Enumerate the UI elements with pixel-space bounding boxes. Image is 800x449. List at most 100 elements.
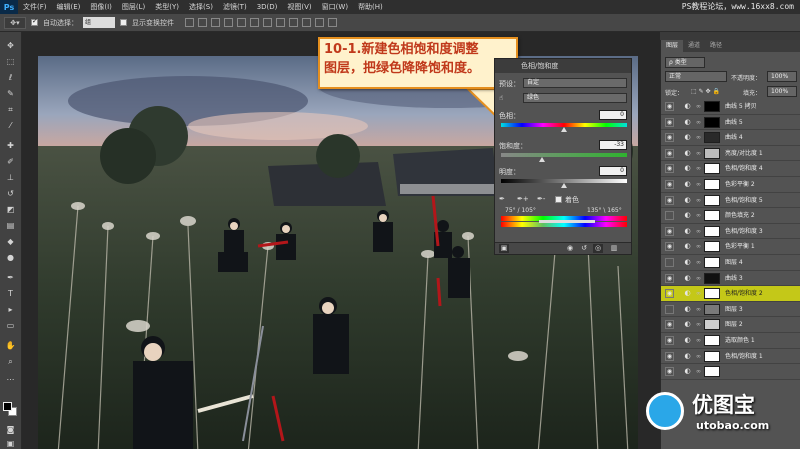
pointer-hand-icon[interactable]: ☝	[499, 94, 503, 102]
layer-mask-thumbnail[interactable]	[704, 334, 720, 346]
saturation-input[interactable]: -33	[599, 140, 627, 150]
fill-input[interactable]: 100%	[767, 86, 797, 97]
screen-mode-icon[interactable]: ▣	[4, 438, 17, 449]
layer-kind-filter[interactable]: ρ 类型	[665, 57, 705, 68]
layer-row[interactable]: ◐ ∞ 图层 3	[661, 301, 800, 318]
align-right-icon[interactable]	[250, 18, 259, 27]
mask-link-icon[interactable]: ∞	[696, 320, 701, 329]
visibility-eye-icon[interactable]	[665, 211, 674, 221]
delete-adjustment-icon[interactable]: ▥	[609, 244, 619, 253]
layer-row[interactable]: ◉ ◐ ∞ 色彩平衡 2	[661, 176, 800, 193]
visibility-eye-icon[interactable]: ◉	[665, 148, 674, 158]
clip-to-layer-icon[interactable]: ▣	[499, 244, 509, 253]
blend-mode-dropdown[interactable]: 正常	[665, 71, 727, 82]
eyedropper-icon[interactable]: ✒	[499, 195, 505, 203]
visibility-eye-icon[interactable]: ◉	[665, 242, 674, 252]
type-tool-icon[interactable]: T	[4, 288, 17, 299]
mask-link-icon[interactable]: ∞	[696, 367, 701, 376]
layer-row[interactable]: ◉ ◐ ∞ 曲线 4	[661, 130, 800, 146]
saturation-slider[interactable]	[501, 153, 627, 157]
dodge-tool-icon[interactable]: ●	[4, 252, 17, 263]
visibility-eye-icon[interactable]: ◉	[665, 289, 674, 299]
layer-row[interactable]: ◉ ◐ ∞	[661, 364, 800, 380]
toggle-visibility-icon[interactable]: ◎	[593, 244, 603, 253]
pen-tool-icon[interactable]: ✒	[4, 272, 17, 283]
lasso-tool-icon[interactable]: ℓ	[4, 72, 17, 83]
mask-link-icon[interactable]: ∞	[696, 211, 701, 220]
brush-tool-icon[interactable]: ✐	[4, 156, 17, 167]
visibility-eye-icon[interactable]: ◉	[665, 133, 674, 143]
menu-item[interactable]: 文件(F)	[18, 0, 52, 14]
crop-tool-icon[interactable]: ⌗	[4, 104, 17, 115]
colorize-checkbox[interactable]	[555, 196, 562, 203]
visibility-eye-icon[interactable]	[665, 257, 674, 267]
layer-mask-thumbnail[interactable]	[704, 256, 720, 268]
foreground-color-swatch[interactable]	[3, 402, 12, 411]
layer-mask-thumbnail[interactable]	[704, 194, 720, 206]
align-left-icon[interactable]	[224, 18, 233, 27]
gradient-tool-icon[interactable]: ▤	[4, 220, 17, 231]
history-brush-tool-icon[interactable]: ↺	[4, 188, 17, 199]
mask-link-icon[interactable]: ∞	[696, 180, 701, 189]
layer-mask-thumbnail[interactable]	[704, 366, 720, 378]
layer-mask-thumbnail[interactable]	[704, 116, 720, 128]
distribute-middle-icon[interactable]	[276, 18, 285, 27]
distribute-left-icon[interactable]	[302, 18, 311, 27]
menu-item[interactable]: 编辑(E)	[52, 0, 86, 14]
extra-tools-icon[interactable]: …	[4, 372, 17, 383]
move-tool-icon[interactable]: ✥	[4, 40, 17, 51]
mask-link-icon[interactable]: ∞	[696, 336, 701, 345]
previous-state-icon[interactable]: ◉	[565, 244, 575, 253]
blur-tool-icon[interactable]: ◆	[4, 236, 17, 247]
range-selector[interactable]	[539, 220, 595, 223]
path-selection-tool-icon[interactable]: ▸	[4, 304, 17, 315]
mask-link-icon[interactable]: ∞	[696, 196, 701, 205]
align-middle-icon[interactable]	[198, 18, 207, 27]
mask-link-icon[interactable]: ∞	[696, 242, 701, 251]
distribute-top-icon[interactable]	[263, 18, 272, 27]
layer-row[interactable]: ◉ ◐ ∞ 亮度/对比度 1	[661, 145, 800, 162]
layer-mask-thumbnail[interactable]	[704, 241, 720, 253]
mask-link-icon[interactable]: ∞	[696, 352, 701, 361]
reset-icon[interactable]: ↺	[579, 244, 589, 253]
eyedropper-minus-icon[interactable]: ✒-	[537, 195, 545, 203]
visibility-eye-icon[interactable]: ◉	[665, 367, 674, 377]
visibility-eye-icon[interactable]	[665, 304, 674, 314]
mask-link-icon[interactable]: ∞	[696, 149, 701, 158]
mask-link-icon[interactable]: ∞	[696, 102, 701, 111]
mask-link-icon[interactable]: ∞	[696, 164, 701, 173]
layer-row[interactable]: ◐ ∞ 颜色填充 2	[661, 208, 800, 224]
shape-tool-icon[interactable]: ▭	[4, 320, 17, 331]
auto-select-dropdown[interactable]: 组	[83, 17, 115, 28]
clone-stamp-tool-icon[interactable]: ⊥	[4, 172, 17, 183]
layer-mask-thumbnail[interactable]	[704, 350, 720, 362]
layer-mask-thumbnail[interactable]	[704, 178, 720, 190]
mask-link-icon[interactable]: ∞	[696, 274, 701, 283]
mask-link-icon[interactable]: ∞	[696, 227, 701, 236]
layer-mask-thumbnail[interactable]	[704, 163, 720, 175]
layer-mask-thumbnail[interactable]	[704, 303, 720, 315]
menu-item[interactable]: 3D(D)	[252, 0, 283, 14]
opacity-input[interactable]: 100%	[767, 71, 797, 82]
show-transform-checkbox[interactable]	[120, 19, 127, 26]
menu-item[interactable]: 窗口(W)	[317, 0, 353, 14]
layer-row[interactable]: ◐ ∞ 图层 4	[661, 254, 800, 271]
quick-select-tool-icon[interactable]: ✎	[4, 88, 17, 99]
visibility-eye-icon[interactable]: ◉	[665, 179, 674, 189]
distribute-bottom-icon[interactable]	[289, 18, 298, 27]
move-tool-preset[interactable]: ✥▾	[4, 16, 26, 29]
visibility-eye-icon[interactable]: ◉	[665, 195, 674, 205]
menu-item[interactable]: 选择(S)	[184, 0, 218, 14]
layer-row[interactable]: ◉ ◐ ∞ 色相/饱和度 5	[661, 192, 800, 209]
menu-item[interactable]: 视图(V)	[282, 0, 316, 14]
auto-select-checkbox[interactable]	[31, 17, 38, 26]
eraser-tool-icon[interactable]: ◩	[4, 204, 17, 215]
visibility-eye-icon[interactable]: ◉	[665, 164, 674, 174]
healing-brush-tool-icon[interactable]: ✚	[4, 140, 17, 151]
hue-slider-thumb[interactable]	[561, 127, 567, 132]
visibility-eye-icon[interactable]: ◉	[665, 226, 674, 236]
layer-row[interactable]: ◉ ◐ ∞ 色相/饱和度 4	[661, 161, 800, 177]
layer-mask-thumbnail[interactable]	[704, 272, 720, 284]
mask-link-icon[interactable]: ∞	[696, 258, 701, 267]
menu-item[interactable]: 类型(Y)	[150, 0, 184, 14]
